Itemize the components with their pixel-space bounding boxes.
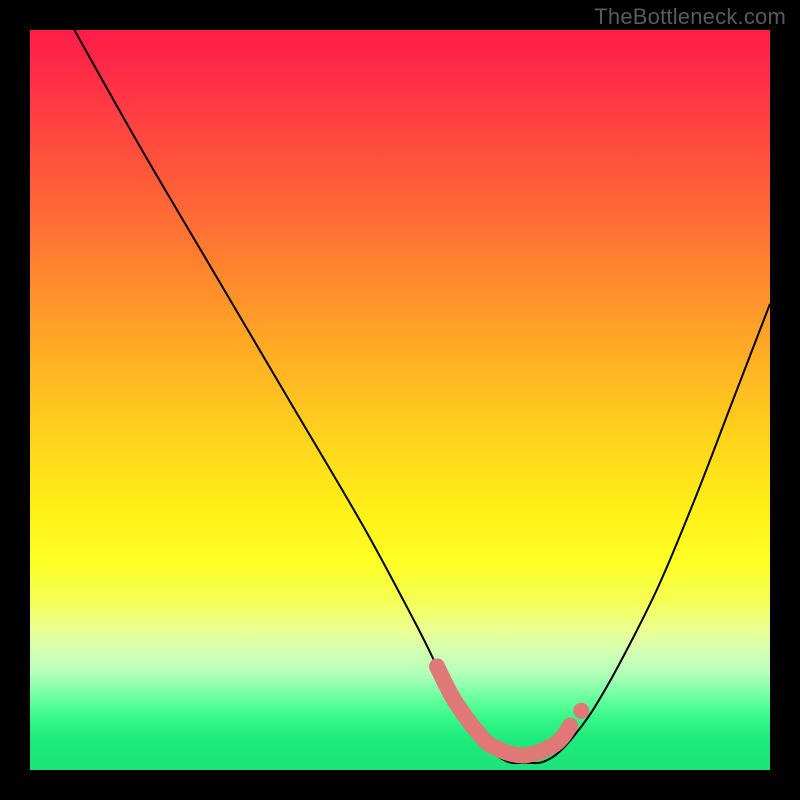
marker-path (437, 666, 570, 755)
curve-svg (30, 30, 770, 770)
attribution-text: TheBottleneck.com (594, 4, 786, 30)
bottleneck-curve (74, 30, 770, 763)
plot-area (30, 30, 770, 770)
curve-markers (437, 666, 589, 755)
marker-dot (573, 703, 589, 719)
